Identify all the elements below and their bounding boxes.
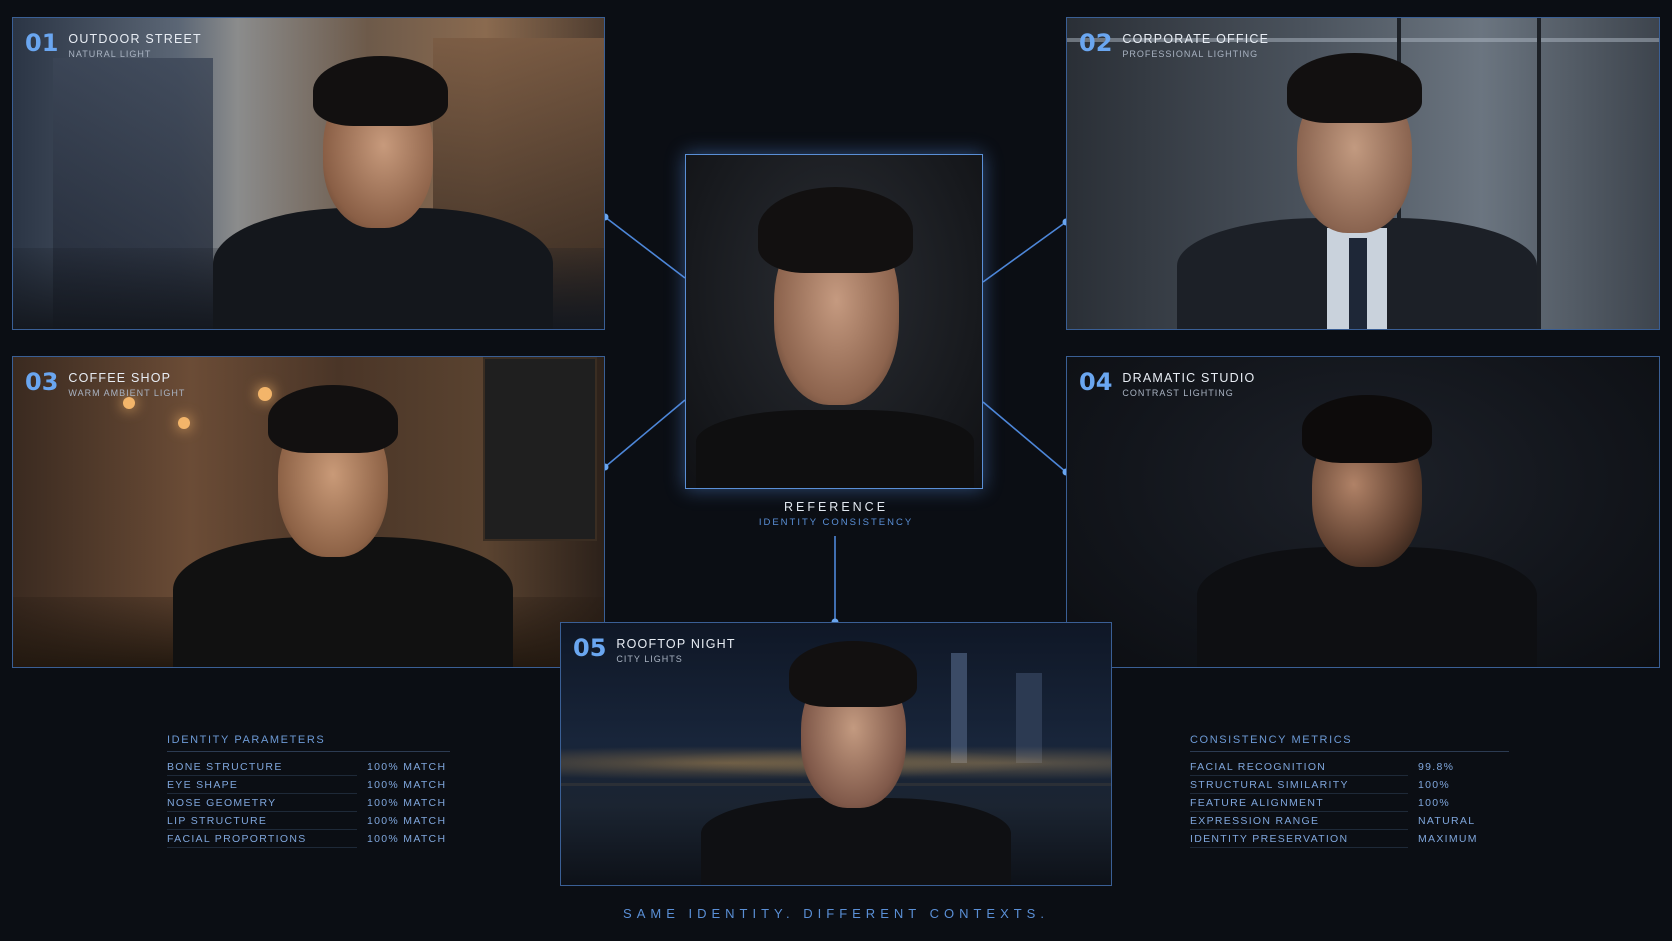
panel-label: 04 DRAMATIC STUDIO CONTRAST LIGHTING [1079, 369, 1255, 398]
param-name: LIP STRUCTURE [167, 812, 357, 830]
consistency-metrics-heading: CONSISTENCY METRICS [1190, 734, 1509, 752]
consistency-metrics-table: CONSISTENCY METRICS FACIAL RECOGNITION 99… [1190, 734, 1509, 848]
metric-value: 100% [1418, 779, 1451, 791]
reference-subtitle: IDENTITY CONSISTENCY [758, 517, 914, 528]
metric-value: 99.8% [1418, 761, 1455, 773]
param-value: 100% MATCH [367, 797, 447, 809]
reference-title-block: REFERENCE IDENTITY CONSISTENCY [0, 500, 1672, 528]
param-name: EYE SHAPE [167, 776, 357, 794]
panel-title: ROOFTOP NIGHT [616, 637, 736, 651]
panel-number: 03 [25, 368, 59, 396]
metric-name: FEATURE ALIGNMENT [1190, 794, 1408, 812]
panel-corporate-office[interactable]: 02 CORPORATE OFFICE PROFESSIONAL LIGHTIN… [1066, 17, 1660, 330]
panel-title: OUTDOOR STREET [68, 32, 202, 46]
table-row: BONE STRUCTURE 100% MATCH [167, 758, 450, 776]
reference-title: REFERENCE [783, 500, 889, 514]
panel-rooftop-night[interactable]: 05 ROOFTOP NIGHT CITY LIGHTS [560, 622, 1112, 886]
identity-parameters-heading: IDENTITY PARAMETERS [167, 734, 450, 752]
panel-title: DRAMATIC STUDIO [1122, 371, 1256, 385]
tagline: SAME IDENTITY. DIFFERENT CONTEXTS. [623, 906, 1049, 921]
reference-panel[interactable] [685, 154, 983, 489]
param-value: 100% MATCH [367, 833, 447, 845]
metric-value: NATURAL [1418, 815, 1476, 827]
metric-value: 100% [1418, 797, 1451, 809]
panel-title: COFFEE SHOP [68, 371, 172, 385]
panel-number: 02 [1079, 29, 1113, 57]
panel-subtitle: CONTRAST LIGHTING [1122, 388, 1234, 398]
panel-label: 03 COFFEE SHOP WARM AMBIENT LIGHT [25, 369, 185, 398]
reference-photo [686, 155, 982, 488]
table-row: IDENTITY PRESERVATION MAXIMUM [1190, 830, 1509, 848]
param-value: 100% MATCH [367, 779, 447, 791]
table-row: FACIAL PROPORTIONS 100% MATCH [167, 830, 450, 848]
metric-name: FACIAL RECOGNITION [1190, 758, 1408, 776]
panel-label: 05 ROOFTOP NIGHT CITY LIGHTS [573, 635, 736, 664]
panel-subtitle: NATURAL LIGHT [68, 49, 152, 59]
panel-label: 02 CORPORATE OFFICE PROFESSIONAL LIGHTIN… [1079, 30, 1269, 59]
param-name: NOSE GEOMETRY [167, 794, 357, 812]
metric-value: MAXIMUM [1418, 833, 1478, 845]
metric-name: IDENTITY PRESERVATION [1190, 830, 1408, 848]
param-name: BONE STRUCTURE [167, 758, 357, 776]
outdoor-street-photo [13, 18, 604, 329]
panel-number: 04 [1079, 368, 1113, 396]
table-row: NOSE GEOMETRY 100% MATCH [167, 794, 450, 812]
corporate-office-photo [1067, 18, 1659, 329]
table-row: EYE SHAPE 100% MATCH [167, 776, 450, 794]
table-row: FACIAL RECOGNITION 99.8% [1190, 758, 1509, 776]
identity-parameters-table: IDENTITY PARAMETERS BONE STRUCTURE 100% M… [167, 734, 450, 848]
panel-number: 01 [25, 29, 59, 57]
table-row: LIP STRUCTURE 100% MATCH [167, 812, 450, 830]
panel-subtitle: WARM AMBIENT LIGHT [68, 388, 186, 398]
param-value: 100% MATCH [367, 815, 447, 827]
metric-name: EXPRESSION RANGE [1190, 812, 1408, 830]
panel-subtitle: PROFESSIONAL LIGHTING [1122, 49, 1259, 59]
param-name: FACIAL PROPORTIONS [167, 830, 357, 848]
table-row: STRUCTURAL SIMILARITY 100% [1190, 776, 1509, 794]
param-value: 100% MATCH [367, 761, 447, 773]
panel-subtitle: CITY LIGHTS [616, 654, 683, 664]
table-row: FEATURE ALIGNMENT 100% [1190, 794, 1509, 812]
panel-outdoor-street[interactable]: 01 OUTDOOR STREET NATURAL LIGHT [12, 17, 605, 330]
metric-name: STRUCTURAL SIMILARITY [1190, 776, 1408, 794]
panel-number: 05 [573, 634, 607, 662]
panel-title: CORPORATE OFFICE [1122, 32, 1270, 46]
panel-label: 01 OUTDOOR STREET NATURAL LIGHT [25, 30, 202, 59]
table-row: EXPRESSION RANGE NATURAL [1190, 812, 1509, 830]
